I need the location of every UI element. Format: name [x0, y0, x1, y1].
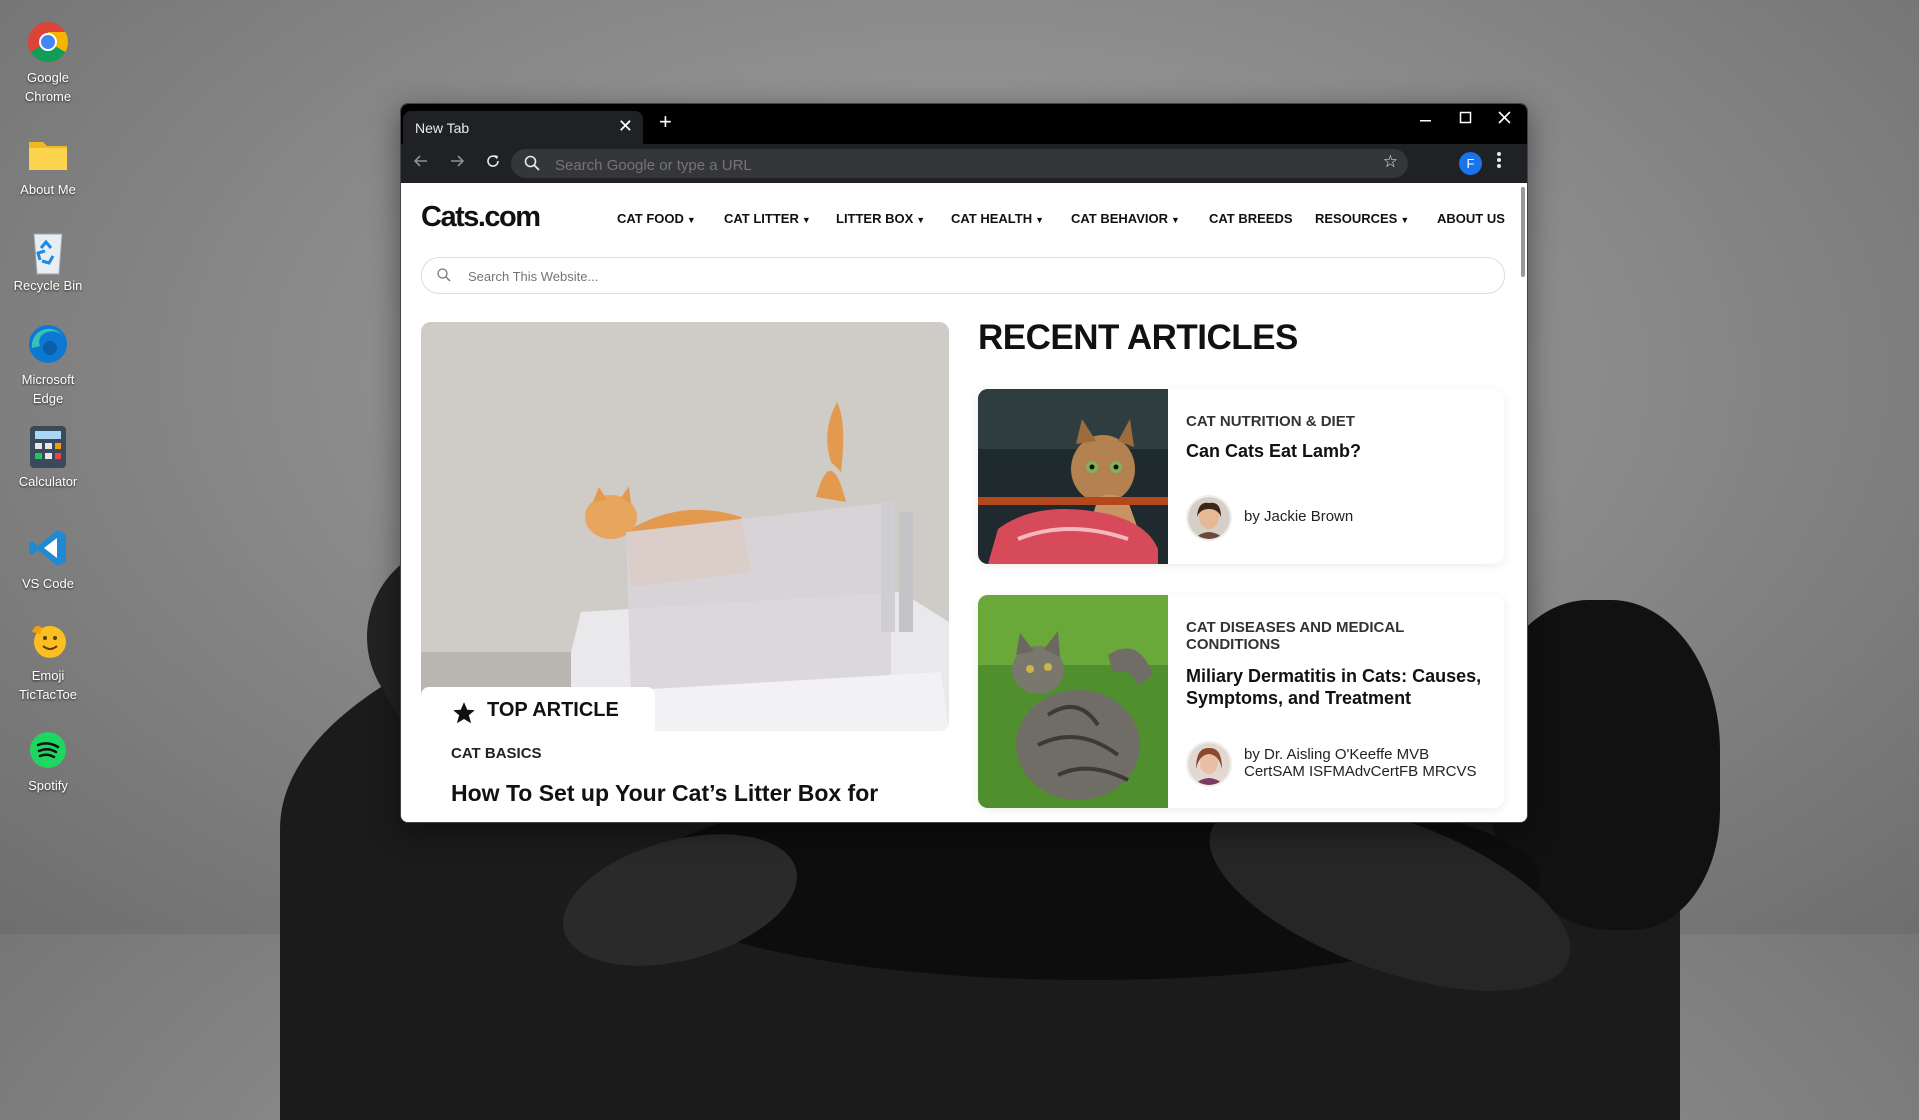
desktop-icon-label: VS Code	[21, 576, 75, 591]
article-card[interactable]: CAT NUTRITION & DIET Can Cats Eat Lamb? …	[978, 389, 1504, 564]
desktop-icon-edge[interactable]: Microsoft Edge	[8, 322, 88, 408]
caret-down-icon: ▼	[916, 215, 926, 225]
site-search-input[interactable]	[466, 266, 1450, 286]
recycle-bin-icon	[26, 228, 70, 275]
desktop-icon-chrome[interactable]: Google Chrome	[8, 20, 88, 106]
nav-litter-box[interactable]: LITTER BOX ▼	[836, 211, 925, 226]
address-bar[interactable]: ☆	[511, 149, 1408, 178]
desktop-icon-emoji-tictactoe[interactable]: Emoji TicTacToe	[8, 618, 88, 704]
folder-icon	[26, 132, 70, 176]
new-tab-button[interactable]: +	[659, 109, 672, 135]
nav-label: LITTER BOX	[836, 211, 914, 226]
caret-down-icon: ▼	[1400, 215, 1410, 225]
article-category[interactable]: CAT NUTRITION & DIET	[1186, 413, 1486, 430]
article-thumbnail[interactable]	[978, 389, 1168, 564]
page-scrollbar[interactable]	[1521, 187, 1525, 277]
tab-title: New Tab	[415, 120, 470, 136]
window-close-icon[interactable]	[1497, 108, 1513, 133]
search-icon	[436, 267, 452, 288]
site-search-bar[interactable]	[421, 257, 1505, 294]
article-author[interactable]: by Jackie Brown	[1244, 508, 1494, 525]
article-author[interactable]: by Dr. Aisling O'Keeffe MVB CertSAM ISFM…	[1244, 746, 1494, 780]
top-article-badge: TOP ARTICLE	[421, 687, 655, 735]
nav-cat-food[interactable]: CAT FOOD ▼	[617, 211, 696, 226]
chrome-icon	[26, 20, 70, 64]
nav-label: CAT BREEDS	[1209, 211, 1293, 226]
recent-articles-heading: RECENT ARTICLES	[978, 318, 1298, 357]
nav-label: CAT BEHAVIOR	[1071, 211, 1169, 226]
tab-strip: New Tab ✕ +	[401, 104, 1527, 144]
desktop-icon-label: Google Chrome	[24, 70, 72, 104]
nav-label: RESOURCES	[1315, 211, 1398, 226]
author-avatar	[1186, 495, 1232, 541]
nav-label: CAT HEALTH	[951, 211, 1033, 226]
article-category[interactable]: CAT DISEASES AND MEDICAL CONDITIONS	[1186, 619, 1486, 653]
nav-label: ABOUT US	[1437, 211, 1505, 226]
reload-icon[interactable]	[485, 153, 501, 174]
address-input[interactable]	[553, 153, 1357, 177]
calculator-icon	[26, 424, 70, 468]
forward-icon[interactable]	[449, 153, 465, 174]
caret-down-icon: ▼	[1035, 215, 1045, 225]
top-article-category[interactable]: CAT BASICS	[451, 745, 542, 762]
article-title[interactable]: Can Cats Eat Lamb?	[1186, 440, 1486, 462]
desktop-icon-spotify[interactable]: Spotify	[8, 728, 88, 795]
search-icon	[523, 154, 541, 177]
maximize-icon[interactable]	[1459, 108, 1473, 133]
article-thumbnail[interactable]	[978, 595, 1168, 808]
minimize-icon[interactable]	[1419, 108, 1433, 133]
nav-label: CAT FOOD	[617, 211, 684, 226]
emoji-icon	[26, 618, 70, 662]
top-article-image[interactable]	[421, 322, 949, 731]
tab-new-tab[interactable]: New Tab ✕	[403, 111, 643, 144]
desktop-icon-vscode[interactable]: VS Code	[8, 526, 88, 593]
bookmark-star-icon[interactable]: ☆	[1383, 152, 1398, 172]
nav-about-us[interactable]: ABOUT US	[1437, 211, 1505, 226]
menu-kebab-icon[interactable]	[1496, 150, 1502, 175]
edge-icon	[26, 322, 70, 366]
nav-cat-behavior[interactable]: CAT BEHAVIOR ▼	[1071, 211, 1180, 226]
desktop-icon-label: Microsoft Edge	[21, 372, 75, 406]
profile-avatar[interactable]: F	[1459, 152, 1482, 175]
author-avatar	[1186, 741, 1232, 787]
browser-toolbar: ☆ F	[401, 144, 1527, 186]
desktop-icon-label: Spotify	[28, 778, 68, 793]
desktop-icon-label: Calculator	[18, 474, 78, 489]
nav-cat-breeds[interactable]: CAT BREEDS	[1209, 211, 1293, 226]
nav-cat-health[interactable]: CAT HEALTH ▼	[951, 211, 1044, 226]
star-icon	[451, 700, 477, 731]
desktop-icon-about-me[interactable]: About Me	[8, 132, 88, 199]
article-title[interactable]: Miliary Dermatitis in Cats: Causes, Symp…	[1186, 665, 1486, 709]
top-article-badge-label: TOP ARTICLE	[487, 699, 619, 721]
desktop-icon-calculator[interactable]: Calculator	[8, 424, 88, 491]
tab-close-icon[interactable]: ✕	[618, 116, 633, 137]
nav-resources[interactable]: RESOURCES ▼	[1315, 211, 1409, 226]
vscode-icon	[26, 526, 70, 570]
desktop-icon-label: Recycle Bin	[13, 278, 83, 293]
site-logo[interactable]: Cats.com	[421, 201, 541, 234]
desktop-icon-label: About Me	[20, 182, 76, 197]
nav-cat-litter[interactable]: CAT LITTER ▼	[724, 211, 811, 226]
nav-label: CAT LITTER	[724, 211, 799, 226]
caret-down-icon: ▼	[686, 215, 696, 225]
desktop-icon-label: Emoji TicTacToe	[18, 668, 78, 702]
desktop-icon-recycle-bin[interactable]: Recycle Bin	[8, 228, 88, 295]
caret-down-icon: ▼	[801, 215, 811, 225]
caret-down-icon: ▼	[1171, 215, 1180, 225]
article-card[interactable]: CAT DISEASES AND MEDICAL CONDITIONS Mili…	[978, 595, 1504, 808]
top-article-title[interactable]: How To Set up Your Cat’s Litter Box for	[451, 779, 931, 807]
back-icon[interactable]	[413, 153, 429, 174]
browser-window: New Tab ✕ + ☆ F	[400, 103, 1528, 823]
spotify-icon	[26, 728, 70, 772]
web-page: Cats.com CAT FOOD ▼ CAT LITTER ▼ LITTER BO…	[401, 183, 1527, 822]
